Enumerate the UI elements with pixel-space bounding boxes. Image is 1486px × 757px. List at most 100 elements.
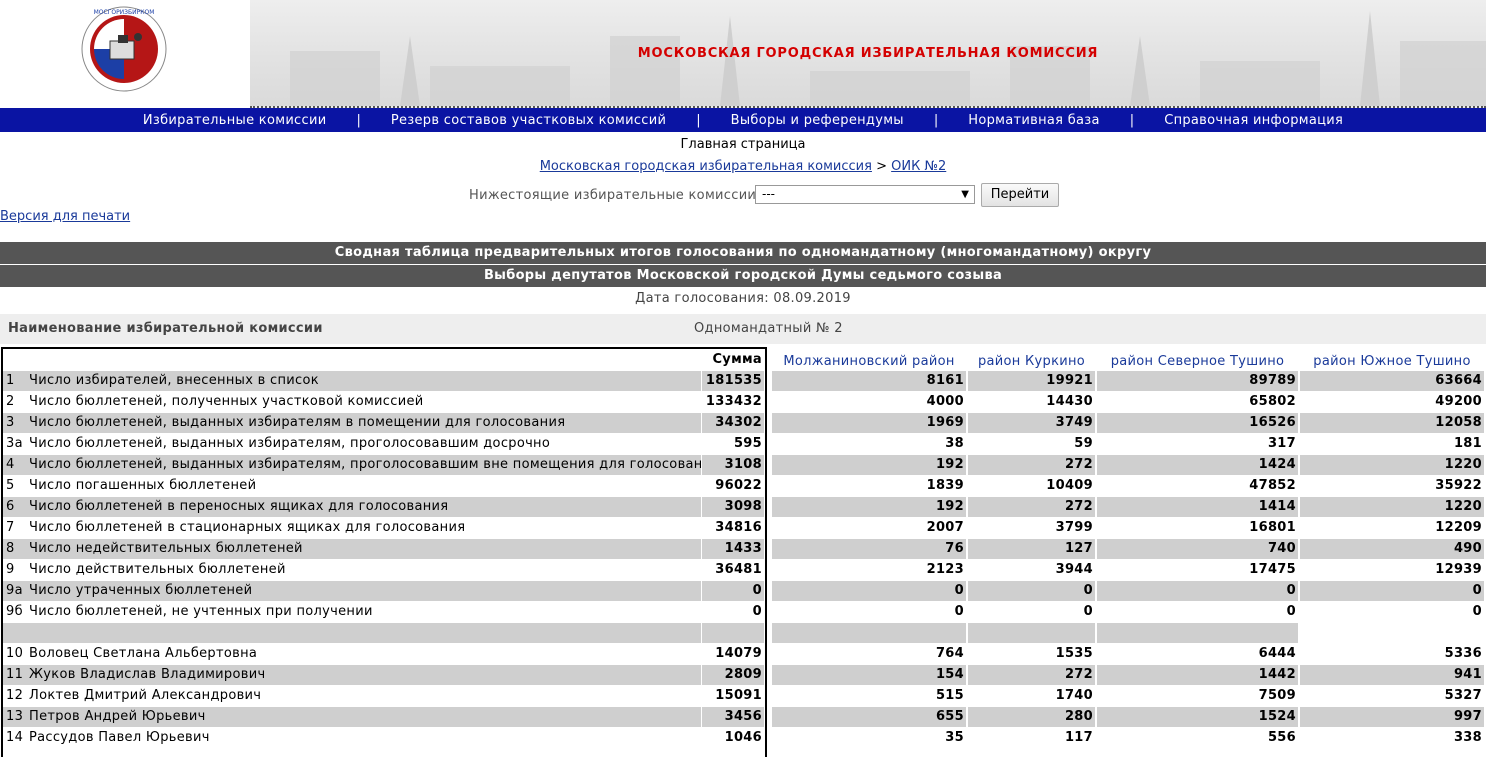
row-district-1-value: 2007 xyxy=(926,520,964,535)
row-sum: 3456 xyxy=(702,707,764,727)
row-name: Локтев Дмитрий Александрович xyxy=(29,688,262,703)
row-district-1-value: 1839 xyxy=(926,478,964,493)
breadcrumb-parent-link[interactable]: Московская городская избирательная комис… xyxy=(540,159,872,174)
row-district-3-value: 1524 xyxy=(1097,707,1298,727)
row-district-1-value: 35 xyxy=(945,730,964,745)
row-name: Число недействительных бюллетеней xyxy=(27,539,701,559)
subcommission-select[interactable]: --- ▼ xyxy=(755,185,975,204)
row-name: Жуков Владислав Владимирович xyxy=(27,665,701,685)
row-district-2-value: 3799 xyxy=(1055,520,1093,535)
row-name: Число бюллетеней, не учтенных при получе… xyxy=(29,604,373,619)
row-district-4-value: 5336 xyxy=(1444,646,1482,661)
row-sum: 14079 xyxy=(715,646,762,661)
row-name: Рассудов Павел Юрьевич xyxy=(29,730,210,745)
row-name: Число бюллетеней в стационарных ящиках д… xyxy=(29,520,466,535)
row-district-1-value: 154 xyxy=(772,665,966,685)
nav-item-reference[interactable]: Справочная информация xyxy=(1164,113,1343,128)
table-row xyxy=(0,623,1486,644)
row-sum: 0 xyxy=(702,581,764,601)
row-name: Число избирателей, внесенных в список xyxy=(27,371,701,391)
district-header-north-tushino[interactable]: район Северное Тушино xyxy=(1097,352,1298,372)
row-sum: 1433 xyxy=(702,539,764,559)
table-row: 4 Число бюллетеней, выданных избирателям,… xyxy=(0,455,1486,476)
results-table: Сумма Молжаниновский район район Куркино… xyxy=(0,347,1486,757)
row-sum: 181535 xyxy=(702,371,764,391)
row-district-3-value: 17475 xyxy=(1249,562,1296,577)
nav-item-elections[interactable]: Выборы и референдумы xyxy=(731,113,904,128)
nav-item-reserve[interactable]: Резерв составов участковых комиссий xyxy=(391,113,666,128)
row-number: 9а xyxy=(3,581,27,601)
subcommission-form: Нижестоящие избирательные комиссии: --- … xyxy=(0,183,1486,207)
nav-item-commissions[interactable]: Избирательные комиссии xyxy=(143,113,327,128)
row-number: 9б xyxy=(6,604,23,619)
site-header: МОСГОРИЗБИРКОМ МОСКОВСКАЯ ГОРОДСКАЯ ИЗБИ… xyxy=(0,0,1486,108)
nav-separator: | xyxy=(933,112,939,128)
row-sum: 36481 xyxy=(715,562,762,577)
row-district-2-value: 272 xyxy=(968,455,1095,475)
row-number: 2 xyxy=(6,394,15,409)
row-district-1-value: 1969 xyxy=(772,413,966,433)
row-district-2-value: 0 xyxy=(968,581,1095,601)
nav-item-regulations[interactable]: Нормативная база xyxy=(968,113,1100,128)
row-sum: 595 xyxy=(733,436,762,451)
voting-date-line: Дата голосования: 08.09.2019 xyxy=(0,291,1486,306)
row-district-2-value: 0 xyxy=(1083,604,1093,619)
row-district-1-value: 2123 xyxy=(926,562,964,577)
row-sum: 34302 xyxy=(702,413,764,433)
row-district-4-value: 0 xyxy=(1472,604,1482,619)
table-row: 5 Число погашенных бюллетеней 96022 1839 104… xyxy=(0,476,1486,497)
row-number xyxy=(3,623,27,643)
row-name: Число бюллетеней, выданных избирателям в… xyxy=(27,413,701,433)
row-sum: 1046 xyxy=(724,730,762,745)
row-district-1-value: 76 xyxy=(772,539,966,559)
district-header-kurkino[interactable]: район Куркино xyxy=(968,352,1095,372)
district-header-molzhaninovsky[interactable]: Молжаниновский район xyxy=(772,352,966,372)
table-row: 9б Число бюллетеней, не учтенных при полу… xyxy=(0,602,1486,623)
row-district-3-value: 317 xyxy=(1267,436,1296,451)
row-number: 5 xyxy=(6,478,15,493)
table-row: 10 Воловец Светлана Альбертовна 14079 764 15… xyxy=(0,644,1486,665)
row-district-3-value: 1414 xyxy=(1097,497,1298,517)
breadcrumb-current-link[interactable]: ОИК №2 xyxy=(891,159,946,174)
commission-name-label: Наименование избирательной комиссии xyxy=(8,321,323,336)
row-sum: 0 xyxy=(752,604,762,619)
row-sum xyxy=(702,623,764,643)
row-district-2-value xyxy=(968,623,1095,643)
row-number: 14 xyxy=(6,730,24,745)
row-district-4-value: 490 xyxy=(1300,539,1484,559)
nav-separator: | xyxy=(696,112,701,128)
row-district-2-value: 19921 xyxy=(968,371,1095,391)
table-row: 2 Число бюллетеней, полученных участковой… xyxy=(0,392,1486,413)
home-link[interactable]: Главная страница xyxy=(681,137,806,152)
row-sum: 133432 xyxy=(705,394,762,409)
go-button[interactable]: Перейти xyxy=(981,183,1059,207)
nav-separator: | xyxy=(356,112,361,128)
row-number: 7 xyxy=(6,520,15,535)
table-row: 12 Локтев Дмитрий Александрович 15091 515 17… xyxy=(0,686,1486,707)
row-name: Число бюллетеней, выданных избирателям, … xyxy=(29,436,551,451)
row-district-2-value: 280 xyxy=(968,707,1095,727)
commission-logo-icon[interactable]: МОСГОРИЗБИРКОМ xyxy=(80,5,168,93)
row-name: Число действительных бюллетеней xyxy=(29,562,286,577)
row-district-3-value: 556 xyxy=(1267,730,1296,745)
breadcrumb-arrow: > xyxy=(876,159,887,174)
row-district-4-value: 35922 xyxy=(1435,478,1482,493)
row-sum: 34816 xyxy=(715,520,762,535)
table-header-row: Сумма Молжаниновский район район Куркино… xyxy=(0,349,1486,370)
site-title: МОСКОВСКАЯ ГОРОДСКАЯ ИЗБИРАТЕЛЬНАЯ КОМИС… xyxy=(637,45,1099,61)
report-title: Сводная таблица предварительных итогов г… xyxy=(0,242,1486,264)
row-district-2-value: 59 xyxy=(1074,436,1093,451)
home-link-line: Главная страница xyxy=(0,137,1486,152)
table-row: 9 Число действительных бюллетеней 36481 212… xyxy=(0,560,1486,581)
print-version-link[interactable]: Версия для печати xyxy=(0,209,130,224)
row-district-2-value: 1535 xyxy=(1055,646,1093,661)
row-sum: 15091 xyxy=(715,688,762,703)
row-district-4-value: 941 xyxy=(1300,665,1484,685)
row-district-2-value: 10409 xyxy=(1046,478,1093,493)
commission-name-value: Одномандатный № 2 xyxy=(694,321,843,336)
row-district-1-value: 0 xyxy=(954,604,964,619)
row-number: 13 xyxy=(3,707,27,727)
district-header-south-tushino[interactable]: район Южное Тушино xyxy=(1300,352,1484,372)
row-district-4-value: 1220 xyxy=(1300,497,1484,517)
row-district-1-value: 192 xyxy=(772,455,966,475)
